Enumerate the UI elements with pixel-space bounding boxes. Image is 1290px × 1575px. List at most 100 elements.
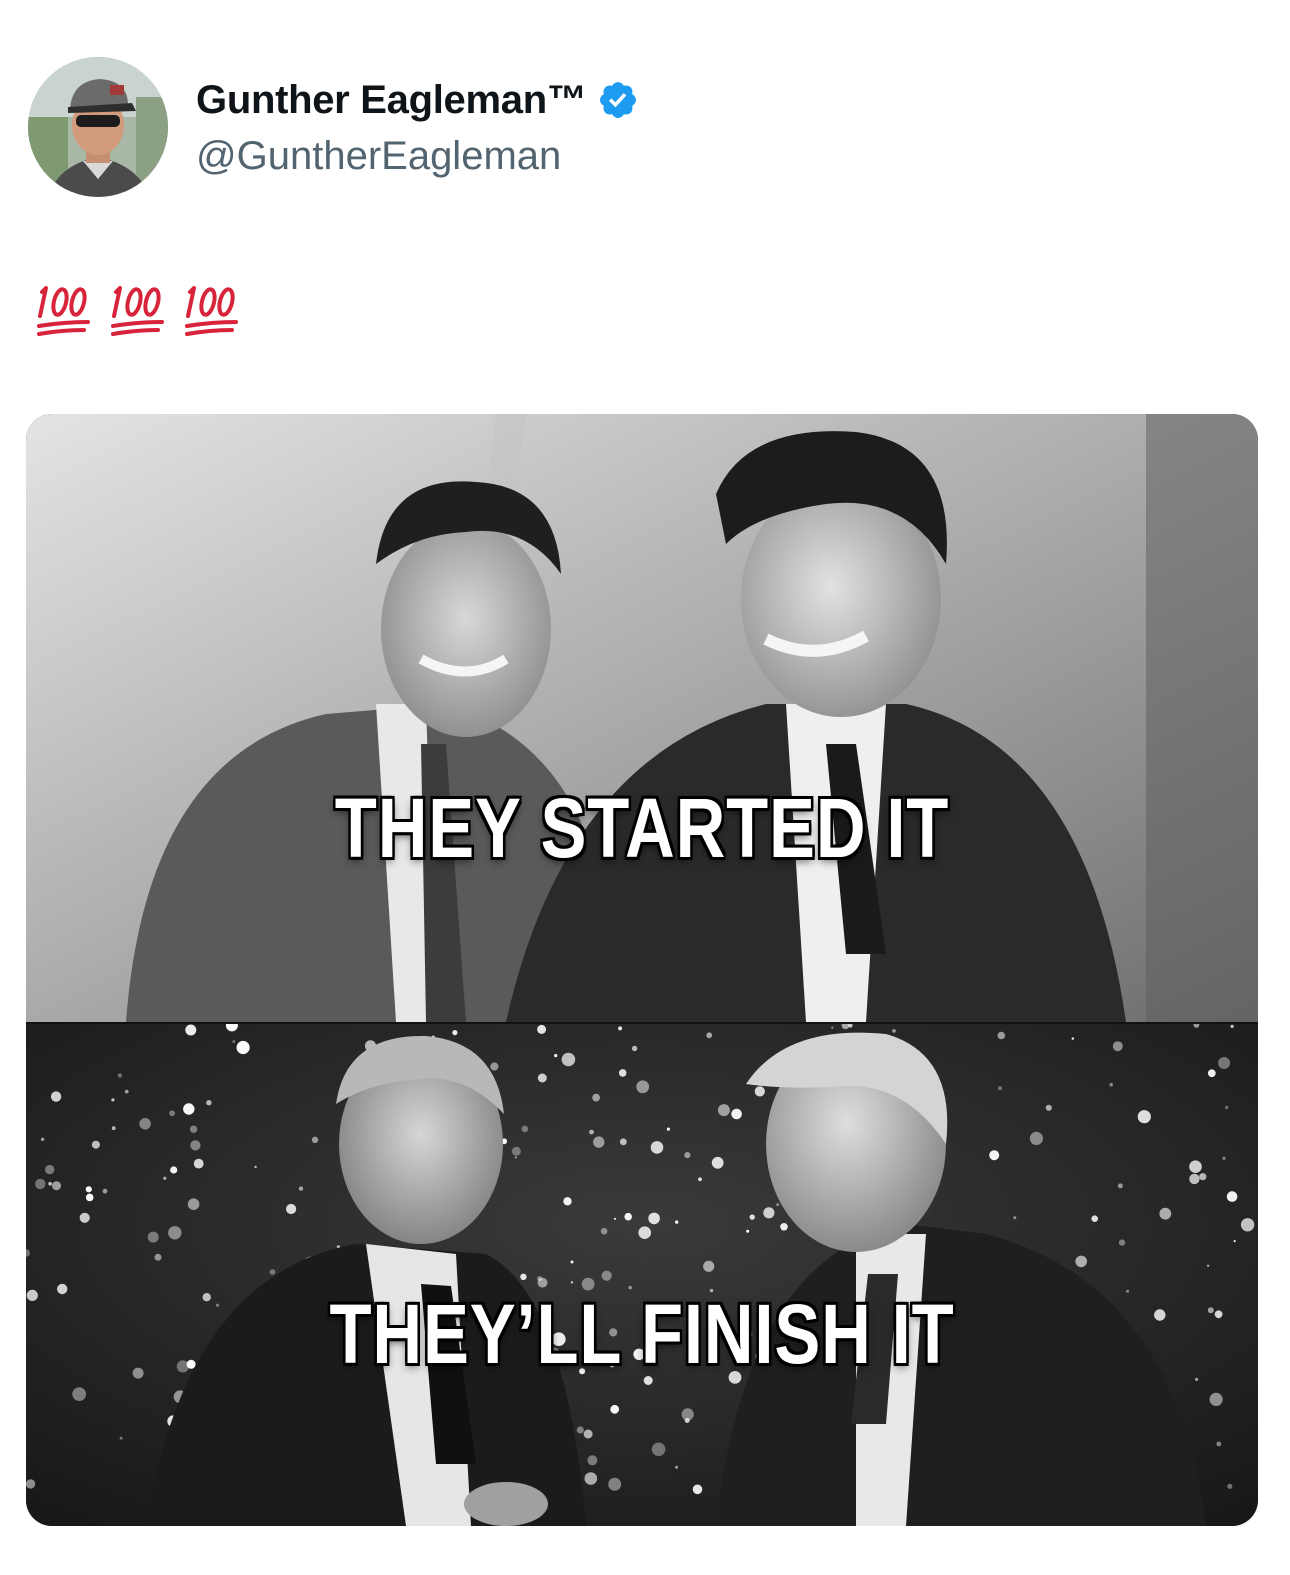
sparkle bbox=[703, 1260, 715, 1272]
sparkle bbox=[619, 1138, 627, 1146]
sparkle bbox=[57, 1283, 68, 1295]
meme-top-photo bbox=[26, 414, 1258, 1022]
sparkle bbox=[124, 1089, 129, 1094]
meme-bottom-panel: THEY’LL FINISH IT bbox=[26, 1024, 1258, 1526]
sparkle bbox=[1207, 1307, 1214, 1314]
sparkle bbox=[85, 1193, 94, 1202]
sparkle bbox=[185, 1024, 197, 1036]
sparkle bbox=[600, 1227, 608, 1235]
sparkle bbox=[206, 1100, 212, 1106]
sparkle bbox=[563, 1197, 572, 1206]
sparkle bbox=[592, 1093, 600, 1102]
sparkle bbox=[111, 1126, 116, 1131]
sparkle bbox=[1117, 1183, 1123, 1189]
author-display-name[interactable]: Gunther Eagleman™ bbox=[196, 78, 587, 123]
sparkle bbox=[1206, 1264, 1210, 1267]
sparkle bbox=[831, 1026, 834, 1029]
sparkle bbox=[117, 1073, 122, 1078]
sparkle bbox=[638, 1226, 651, 1239]
sparkle bbox=[576, 1426, 584, 1434]
sparkle bbox=[666, 1127, 671, 1131]
sparkle bbox=[183, 1103, 195, 1115]
sparkle bbox=[749, 1214, 755, 1220]
sparkle bbox=[35, 1178, 46, 1190]
sparkle bbox=[650, 1141, 664, 1154]
sparkle bbox=[1214, 1310, 1223, 1319]
sparkle bbox=[698, 1177, 702, 1182]
hundred-points-icon bbox=[111, 286, 164, 336]
sparkle bbox=[189, 1125, 198, 1133]
sparkle bbox=[1013, 1216, 1017, 1220]
sparkle bbox=[613, 1217, 617, 1220]
sparkle bbox=[1137, 1110, 1151, 1124]
sparkle bbox=[193, 1158, 204, 1169]
sparkle bbox=[692, 1484, 703, 1495]
sparkle bbox=[520, 1273, 527, 1280]
sparkle bbox=[997, 1031, 1006, 1040]
meme-top-panel: THEY STARTED IT bbox=[26, 414, 1258, 1022]
sparkle bbox=[45, 1164, 55, 1175]
sparkle bbox=[608, 1477, 622, 1491]
sparkle bbox=[1189, 1173, 1200, 1185]
sparkle bbox=[537, 1024, 547, 1034]
sparkle bbox=[1240, 1218, 1255, 1232]
author-handle[interactable]: @GuntherEagleman bbox=[196, 134, 561, 179]
sparkle bbox=[48, 1181, 52, 1186]
author-name-row: Gunther Eagleman™ bbox=[196, 76, 639, 124]
sparkle bbox=[554, 1054, 558, 1058]
sparkle bbox=[236, 1040, 250, 1055]
sparkle bbox=[587, 1455, 598, 1466]
sparkle bbox=[989, 1150, 1000, 1161]
sparkle bbox=[85, 1186, 92, 1193]
sparkle bbox=[717, 1104, 730, 1117]
tweet-media-image[interactable]: THEY STARTED IT THEY’LL FINISH IT bbox=[26, 414, 1258, 1526]
sparkle bbox=[1154, 1309, 1166, 1321]
sparkle bbox=[298, 1186, 304, 1191]
sparkle bbox=[452, 1030, 458, 1036]
sparkle bbox=[1071, 1037, 1075, 1040]
sparkle bbox=[583, 1429, 593, 1439]
sparkle bbox=[675, 1465, 679, 1469]
sparkle bbox=[168, 1226, 182, 1240]
author-avatar[interactable] bbox=[28, 57, 168, 197]
sparkle bbox=[190, 1140, 201, 1151]
sparkle bbox=[50, 1091, 62, 1102]
sparkle bbox=[892, 1029, 896, 1033]
sparkle bbox=[589, 1129, 594, 1135]
sparkle bbox=[1227, 1483, 1233, 1489]
sparkle bbox=[1216, 1441, 1222, 1447]
sparkle bbox=[1225, 1105, 1229, 1110]
sparkle bbox=[91, 1140, 100, 1149]
sparkle bbox=[1045, 1104, 1052, 1111]
sparkle bbox=[1195, 1377, 1199, 1381]
sparkle bbox=[119, 1436, 123, 1440]
verified-badge-icon[interactable] bbox=[597, 79, 639, 121]
meme-bottom-photo bbox=[26, 1024, 1258, 1526]
sparkle bbox=[1118, 1239, 1126, 1246]
sparkle bbox=[72, 1387, 87, 1401]
sparkle bbox=[648, 1212, 660, 1225]
sparkle bbox=[537, 1276, 543, 1282]
sparkle bbox=[52, 1181, 61, 1191]
sparkle bbox=[40, 1137, 45, 1141]
sparkle bbox=[1199, 1173, 1207, 1181]
sparkle bbox=[1112, 1041, 1123, 1052]
sparkle bbox=[269, 1269, 276, 1275]
meme-bottom-caption: THEY’LL FINISH IT bbox=[329, 1287, 955, 1381]
sparkle bbox=[618, 1026, 623, 1031]
sparkle bbox=[511, 1146, 521, 1156]
sparkle bbox=[1230, 1024, 1234, 1028]
sparkle bbox=[561, 1052, 576, 1067]
sparkle bbox=[26, 1479, 36, 1489]
meme-top-caption: THEY STARTED IT bbox=[334, 781, 950, 875]
sparkle bbox=[490, 1062, 499, 1071]
sparkle bbox=[111, 1098, 115, 1102]
sparkle bbox=[1109, 1083, 1113, 1087]
sparkle bbox=[521, 1125, 529, 1133]
sparkle bbox=[1218, 1057, 1231, 1069]
sparkle bbox=[1233, 1240, 1236, 1243]
sparkle bbox=[154, 1253, 162, 1261]
sparkle bbox=[711, 1156, 724, 1169]
sparkle bbox=[780, 1223, 788, 1231]
hundred-points-icon bbox=[185, 286, 238, 336]
